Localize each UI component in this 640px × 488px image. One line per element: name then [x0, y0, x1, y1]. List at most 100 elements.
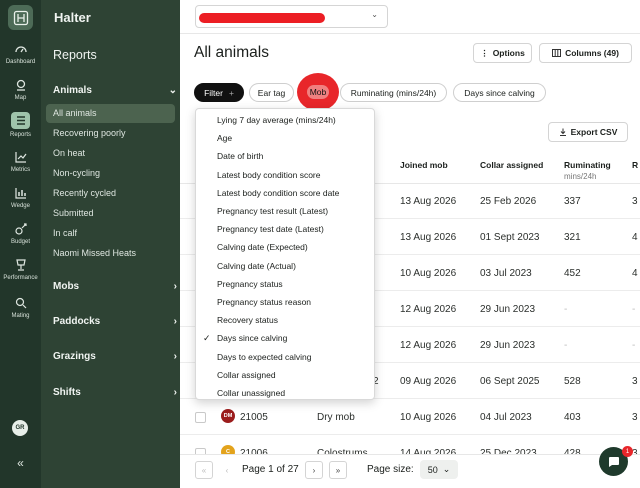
sidebar-item-non-cycling[interactable]: Non-cycling — [46, 164, 175, 183]
dropdown-option[interactable]: Pregnancy test date (Latest) — [196, 220, 374, 238]
col-ruminating[interactable]: Ruminating mins/24h — [564, 160, 611, 181]
top-bar: ⌄ — [180, 0, 640, 34]
section-paddocks[interactable]: Paddocks › — [53, 316, 177, 327]
dropdown-option-label: Days since calving — [217, 333, 288, 344]
sidebar-item-all-animals[interactable]: All animals — [46, 104, 175, 123]
dropdown-option[interactable]: Recovery status — [196, 311, 374, 329]
bar-chart-icon — [14, 188, 26, 199]
dropdown-option-label: Recovery status — [217, 315, 278, 326]
cell-collar-assigned: 06 Sept 2025 — [480, 376, 540, 387]
rail-item-dashboard[interactable]: Dashboard — [0, 42, 41, 65]
rail-item-reports[interactable]: Reports — [0, 112, 41, 138]
dropdown-option[interactable]: Age — [196, 129, 374, 147]
section-label: Mobs — [53, 281, 80, 292]
rail-label-performance: Performance — [3, 275, 38, 281]
sidebar-item-recently-cycled[interactable]: Recently cycled — [46, 184, 175, 203]
cell-collar-assigned: 04 Jul 2023 — [480, 412, 532, 423]
collapse-sidebar-icon[interactable]: « — [0, 456, 41, 470]
next-page-button[interactable]: › — [305, 461, 323, 479]
rail-item-map[interactable]: Map — [0, 78, 41, 101]
cell-collar-assigned: 29 Jun 2023 — [480, 340, 536, 351]
options-label: Options — [492, 48, 525, 58]
dropdown-option[interactable]: Calving date (Expected) — [196, 238, 374, 256]
sidebar-item-submitted[interactable]: Submitted — [46, 204, 175, 223]
dropdown-option[interactable]: Pregnancy test result (Latest) — [196, 202, 374, 220]
dropdown-option[interactable]: Lying 7 day average (mins/24h) — [196, 111, 374, 129]
rail-label-wedge: Wedge — [11, 203, 30, 209]
gauge-icon — [14, 46, 27, 53]
dropdown-option[interactable]: Latest body condition score date — [196, 184, 374, 202]
section-label: Shifts — [53, 387, 81, 398]
cell-collar-assigned: 25 Feb 2026 — [480, 196, 537, 207]
cell-joined-mob: 09 Aug 2026 — [400, 376, 457, 387]
page-indicator: Page 1 of 27 — [242, 464, 299, 475]
dropdown-option[interactable]: Date of birth — [196, 147, 374, 165]
sidebar-item-on-heat[interactable]: On heat — [46, 144, 175, 163]
rail-item-mating[interactable]: Mating — [0, 296, 41, 319]
dropdown-option[interactable]: ✓ Days since calving — [196, 329, 374, 347]
chip-days-since-calving[interactable]: Days since calving — [453, 83, 546, 102]
cell-next: - — [632, 340, 636, 351]
section-shifts[interactable]: Shifts › — [53, 387, 177, 398]
user-avatar[interactable]: GR — [12, 420, 28, 436]
dropdown-option[interactable]: Latest body condition score — [196, 166, 374, 184]
section-animals[interactable]: Animals ⌄ — [53, 85, 177, 96]
options-button[interactable]: ⋮ Options — [473, 43, 532, 63]
cell-collar-assigned: 03 Jul 2023 — [480, 268, 532, 279]
table-row[interactable]: DM 21005 Dry mob 10 Aug 2026 04 Jul 2023 403 3 — [180, 401, 640, 435]
col-next[interactable]: R — [632, 160, 638, 170]
first-page-button[interactable]: « — [195, 461, 213, 479]
line-chart-icon — [14, 152, 26, 163]
rail-item-performance[interactable]: Performance — [0, 258, 41, 281]
dropdown-option-label: Pregnancy status — [217, 278, 283, 289]
rail-item-wedge[interactable]: Wedge — [0, 186, 41, 209]
halter-logo-icon[interactable] — [8, 5, 33, 30]
page-size-select[interactable]: 50 ⌄ — [420, 460, 458, 479]
rail-label-mating: Mating — [11, 313, 30, 319]
dropdown-option[interactable]: Calving date (Actual) — [196, 257, 374, 275]
sidebar-item-naomi-missed-heats[interactable]: Naomi Missed Heats — [46, 244, 175, 263]
page-size-label: Page size: — [367, 464, 414, 475]
chip-ear-tag[interactable]: Ear tag — [249, 83, 294, 102]
dropdown-option-label: Pregnancy test result (Latest) — [217, 206, 329, 216]
cell-ruminating: 321 — [564, 232, 581, 243]
dropdown-option-label: Pregnancy status reason — [217, 297, 312, 307]
col-ruminating-label: Ruminating — [564, 160, 611, 170]
redaction-mark — [199, 13, 325, 23]
columns-icon — [552, 49, 562, 57]
row-checkbox[interactable] — [195, 412, 206, 423]
col-collar-assigned[interactable]: Collar assigned — [480, 160, 543, 170]
cell-next: 4 — [632, 232, 638, 243]
columns-button[interactable]: Columns (49) — [539, 43, 632, 63]
farm-selector[interactable]: ⌄ — [195, 5, 388, 28]
filter-field-dropdown: Lying 7 day average (mins/24h) Age Date of… — [195, 108, 375, 400]
rail-label-metrics: Metrics — [10, 167, 31, 173]
rail-item-budget[interactable]: Budget — [0, 222, 41, 245]
rail-label-budget: Budget — [10, 239, 31, 245]
chevron-right-icon: › — [173, 351, 177, 362]
export-csv-button[interactable]: Export CSV — [548, 122, 628, 142]
sidebar-item-in-calf[interactable]: In calf — [46, 224, 175, 243]
page-size-value: 50 — [427, 464, 438, 475]
cell-joined-mob: 13 Aug 2026 — [400, 232, 457, 243]
cell-joined-mob: 12 Aug 2026 — [400, 304, 457, 315]
filter-button[interactable]: Filter + — [194, 83, 244, 102]
chip-mob-label: Mob — [306, 85, 330, 99]
section-grazings[interactable]: Grazings › — [53, 351, 177, 362]
chip-ruminating[interactable]: Ruminating (mins/24h) — [340, 83, 447, 102]
dropdown-option[interactable]: Days to expected calving — [196, 348, 374, 366]
chip-mob[interactable]: Mob — [297, 73, 339, 111]
section-mobs[interactable]: Mobs › — [53, 281, 177, 292]
prev-page-button[interactable]: ‹ — [218, 461, 236, 479]
dropdown-option[interactable]: Collar unassigned — [196, 384, 374, 402]
dropdown-option[interactable]: Collar assigned — [196, 366, 374, 384]
dropdown-option-label: Latest body condition score — [217, 169, 321, 180]
last-page-button[interactable]: » — [329, 461, 347, 479]
dropdown-option[interactable]: Pregnancy status reason — [196, 293, 374, 311]
sidebar-item-recovering-poorly[interactable]: Recovering poorly — [46, 124, 175, 143]
col-joined-mob[interactable]: Joined mob — [400, 160, 448, 170]
cell-ear-tag[interactable]: 21005 — [240, 412, 268, 423]
dropdown-option-label: Collar assigned — [217, 369, 276, 380]
dropdown-option[interactable]: Pregnancy status — [196, 275, 374, 293]
rail-item-metrics[interactable]: Metrics — [0, 150, 41, 173]
